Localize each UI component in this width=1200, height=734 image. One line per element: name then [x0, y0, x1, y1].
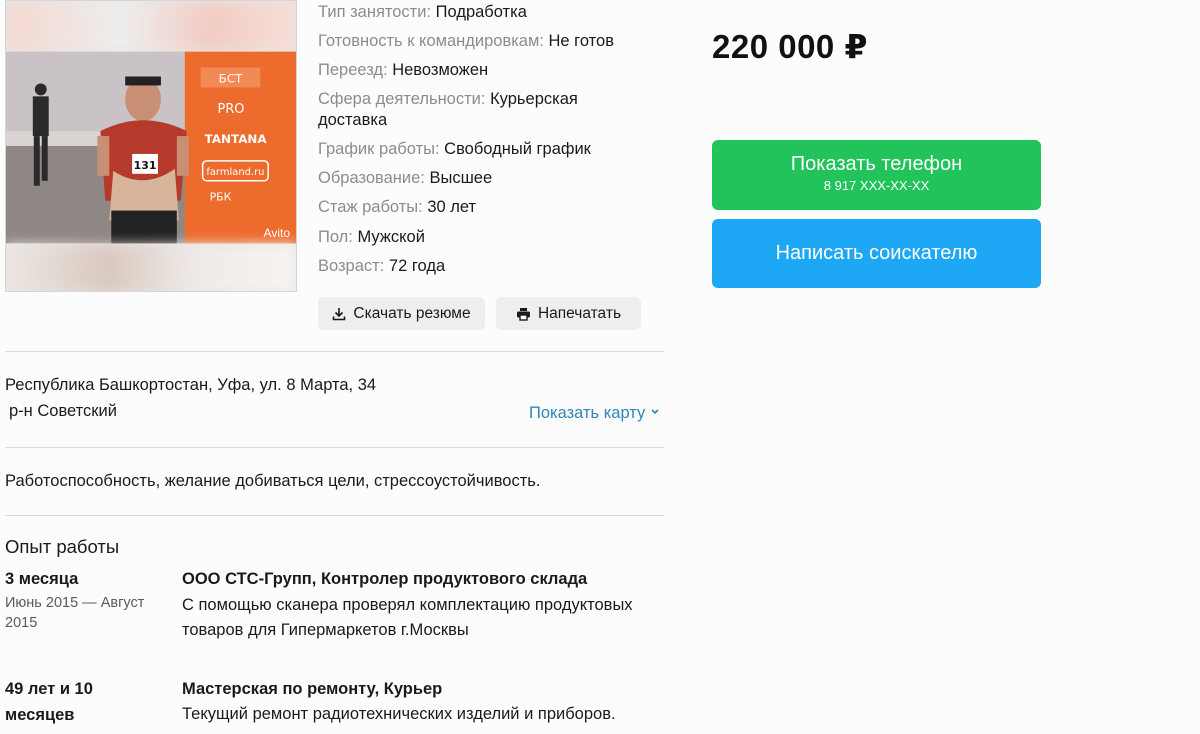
experience-duration: 49 лет и 10 месяцев	[5, 680, 93, 724]
banner-text: РБК	[210, 191, 232, 204]
experience-duration: 3 месяца	[5, 570, 79, 588]
banner-text: БСТ	[219, 71, 243, 85]
address-line: Республика Башкортостан, Уфа, ул. 8 Март…	[5, 376, 377, 394]
show-map-label: Показать карту	[529, 404, 646, 422]
banner-text: PRO	[218, 102, 245, 117]
banner-text: TANTANA	[205, 132, 268, 146]
banner-text: farmland.ru	[206, 167, 264, 178]
spec-field-of-activity: Сфера деятельности: Курьерская доставка	[318, 89, 638, 131]
divider	[5, 515, 664, 516]
spec-key: Сфера деятельности:	[318, 90, 486, 108]
spec-key: Тип занятости:	[318, 3, 432, 21]
chevron-down-icon	[651, 409, 659, 415]
spec-key: Пол:	[318, 228, 353, 246]
show-map-link[interactable]: Показать карту	[529, 404, 660, 423]
spec-age: Возраст: 72 года	[318, 256, 648, 277]
spec-value: Подработка	[435, 3, 527, 21]
spec-value: 72 года	[388, 257, 446, 275]
masked-phone-number: 8 917 XXX-XX-XX	[823, 178, 930, 193]
write-to-applicant-label: Написать соискателю	[775, 242, 978, 264]
experience-description: Текущий ремонт радиотехнических изделий …	[182, 705, 616, 723]
print-label: Напечатать	[537, 304, 622, 322]
spec-key: График работы:	[318, 140, 440, 158]
spec-gender: Пол: Мужской	[318, 227, 648, 248]
spec-key: Образование:	[318, 169, 425, 187]
spec-key: Переезд:	[318, 61, 388, 79]
experience-position: Мастерская по ремонту, Курьер	[182, 680, 443, 698]
download-icon	[333, 307, 346, 320]
write-to-applicant-button[interactable]: Написать соискателю	[712, 219, 1041, 288]
spec-business-trips: Готовность к командировкам: Не готов	[318, 31, 648, 52]
experience-description: С помощью сканера проверял комплектацию …	[182, 596, 633, 639]
salary-price: 220 000 ₽	[712, 28, 868, 65]
address-district: р-н Советский	[9, 402, 117, 420]
spec-value: Высшее	[429, 169, 493, 187]
experience-section-title: Опыт работы	[5, 536, 120, 557]
spec-relocation: Переезд: Невозможен	[318, 60, 648, 81]
spec-key: Возраст:	[318, 257, 385, 275]
show-phone-button[interactable]: Показать телефон 8 917 XXX-XX-XX	[712, 140, 1041, 210]
spec-schedule: График работы: Свободный график	[318, 139, 648, 160]
spec-value: Невозможен	[392, 61, 489, 79]
show-phone-label: Показать телефон	[790, 153, 963, 175]
experience-position: ООО СТС-Групп, Контролер продуктового ск…	[182, 570, 588, 588]
resume-photo[interactable]: БСТ PRO TANTANA farmland.ru РБК 131 Avit…	[5, 0, 297, 292]
spec-key: Готовность к командировкам:	[318, 32, 544, 50]
spec-experience-years: Стаж работы: 30 лет	[318, 197, 648, 218]
spec-employment-type: Тип занятости: Подработка	[318, 2, 648, 23]
photo-blur-bottom	[6, 244, 296, 291]
divider	[5, 447, 664, 448]
spec-key: Стаж работы:	[318, 198, 423, 216]
spec-value: 30 лет	[427, 198, 477, 216]
photo-scene: БСТ PRO TANTANA farmland.ru РБК 131	[6, 51, 296, 244]
printer-icon	[516, 307, 530, 321]
download-resume-button[interactable]: Скачать резюме	[318, 297, 485, 330]
bib-number: 131	[134, 159, 157, 172]
divider	[5, 351, 664, 352]
download-resume-label: Скачать резюме	[353, 304, 471, 322]
photo-blur-top	[6, 1, 296, 51]
avito-watermark: Avito	[263, 226, 290, 240]
spec-education: Образование: Высшее	[318, 168, 648, 189]
spec-value: Не готов	[548, 32, 614, 50]
print-button[interactable]: Напечатать	[496, 297, 641, 330]
spec-value: Мужской	[357, 228, 425, 246]
spec-value: Свободный график	[444, 140, 591, 158]
experience-dates: Июнь 2015 — Август 2015	[5, 595, 145, 631]
about-text: Работоспособность, желание добиваться це…	[5, 472, 541, 490]
